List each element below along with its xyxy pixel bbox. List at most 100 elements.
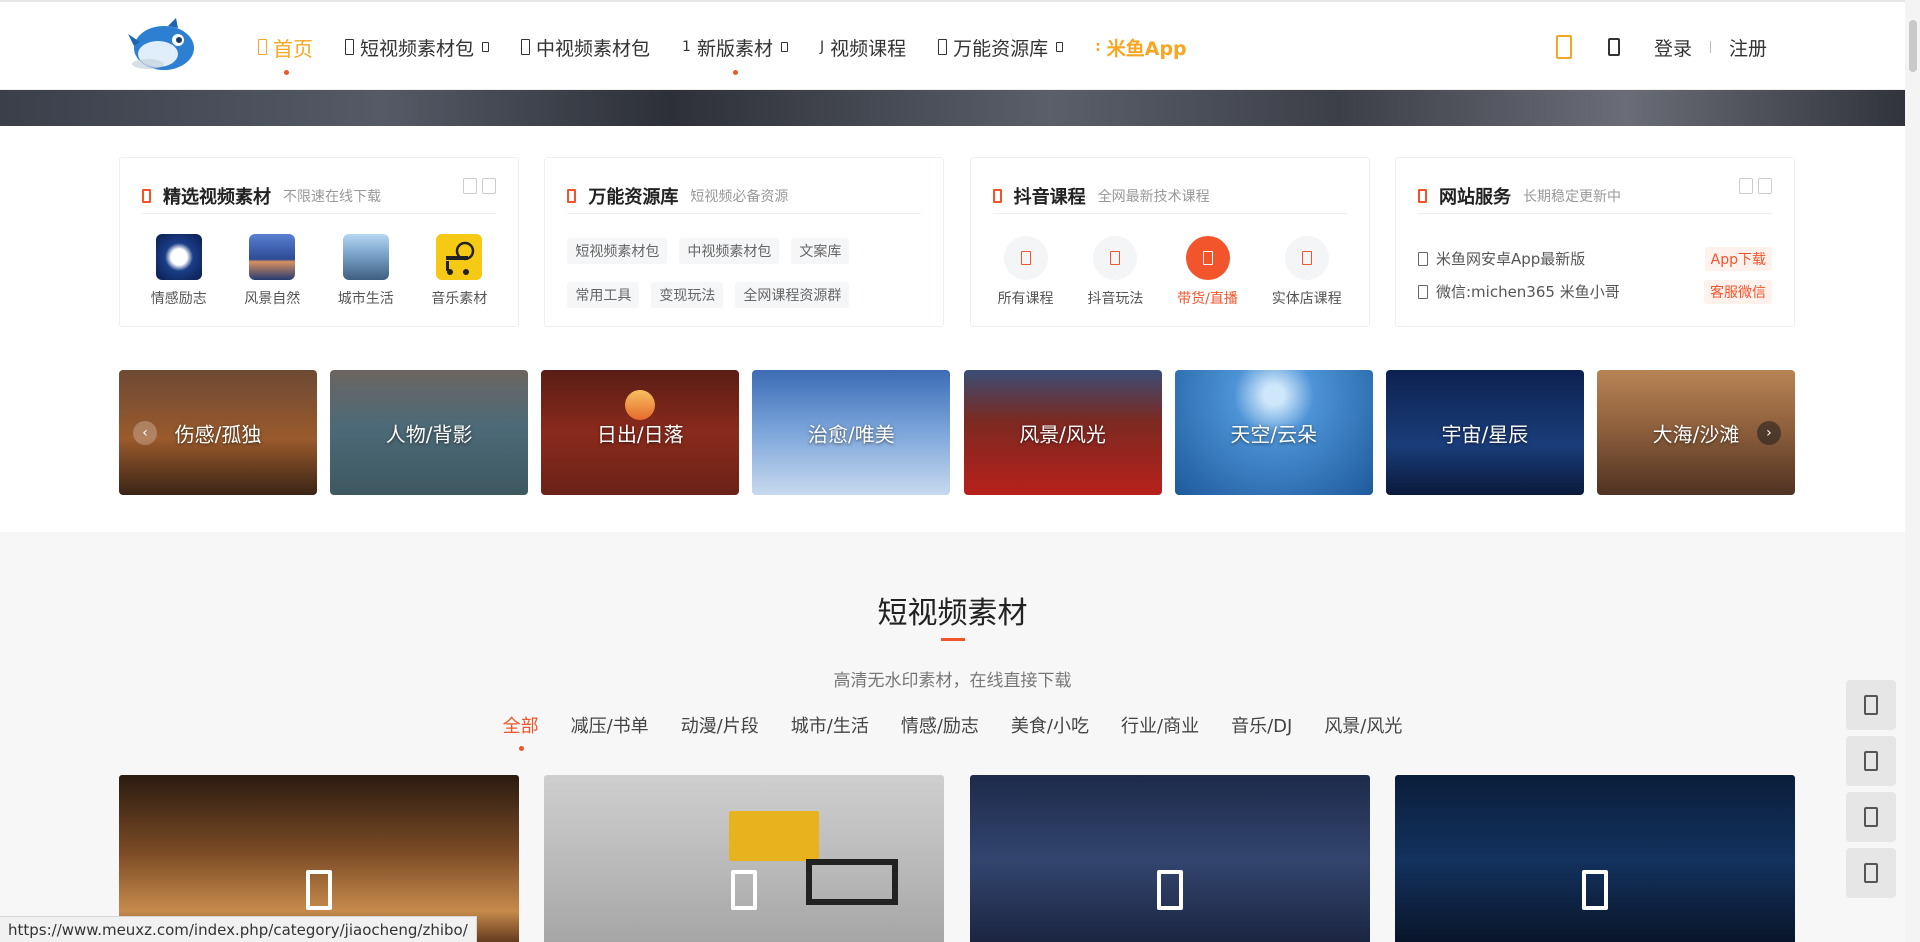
- filter-tab[interactable]: 情感/励志: [901, 712, 979, 738]
- course-label: 所有课程: [997, 291, 1054, 307]
- feature-cards: 精选视频素材 不限速在线下载 情感励志 风景自然 城市生活 音乐素材 万能资源库…: [119, 157, 1795, 327]
- featured-item[interactable]: 风景自然: [244, 234, 300, 308]
- course-icon: [1301, 251, 1312, 265]
- side-tool-button[interactable]: [1846, 848, 1896, 898]
- featured-label: 音乐素材: [431, 291, 488, 307]
- nav-app[interactable]: : 米鱼App: [1095, 2, 1187, 92]
- app-download-button[interactable]: App下载: [1704, 246, 1772, 271]
- category-tile[interactable]: 人物/背影: [330, 370, 529, 495]
- status-bar-url: https://www.meuxz.com/index.php/category…: [0, 916, 477, 942]
- card-mark-icon: [992, 188, 1002, 203]
- prev-icon[interactable]: [463, 178, 477, 194]
- category-tile[interactable]: 日出/日落: [541, 370, 740, 495]
- support-wechat-button[interactable]: 客服微信: [1703, 279, 1772, 304]
- filter-tab[interactable]: 行业/商业: [1121, 712, 1199, 738]
- card-pager: [1734, 178, 1772, 194]
- landscape-thumb: [249, 234, 296, 280]
- filter-tab[interactable]: 动漫/片段: [681, 712, 759, 738]
- course-item[interactable]: 实体店课程: [1272, 236, 1342, 308]
- category-tile[interactable]: 宇宙/星辰: [1385, 370, 1584, 495]
- category-carousel: 伤感/孤独 ‹ 人物/背影 日出/日落 治愈/唯美 风景/风光 天空/云朵 宇宙…: [119, 370, 1795, 495]
- nav-mid-video-pack[interactable]: 中视频素材包: [521, 2, 650, 92]
- card-mark-icon: [142, 188, 151, 203]
- side-tool-button[interactable]: [1846, 792, 1896, 842]
- course-circle: [1093, 236, 1138, 280]
- course-item[interactable]: 抖音玩法: [1087, 236, 1143, 308]
- course-label: 带货/直播: [1177, 291, 1238, 307]
- login-link[interactable]: 登录: [1654, 34, 1692, 61]
- video-card[interactable]: [969, 775, 1370, 942]
- next-icon[interactable]: [1757, 178, 1772, 194]
- video-card[interactable]: [1394, 775, 1795, 942]
- library-tag[interactable]: 全网课程资源群: [735, 282, 850, 308]
- chevron-down-icon: [1056, 42, 1064, 52]
- featured-label: 城市生活: [337, 291, 394, 307]
- filter-tab[interactable]: 减压/书单: [571, 712, 649, 738]
- chevron-left-icon[interactable]: ‹: [133, 420, 157, 445]
- nav-new-prefix: 1: [682, 39, 691, 55]
- register-link[interactable]: 注册: [1729, 34, 1767, 61]
- nav-short-video-pack[interactable]: 短视频素材包: [345, 2, 490, 92]
- card-featured-video: 精选视频素材 不限速在线下载 情感励志 风景自然 城市生活 音乐素材: [119, 157, 519, 327]
- library-tag[interactable]: 短视频素材包: [567, 238, 668, 264]
- filter-tab[interactable]: 风景/风光: [1324, 712, 1402, 738]
- course-item[interactable]: 所有课程: [998, 236, 1054, 308]
- featured-item[interactable]: 城市生活: [338, 234, 394, 308]
- side-tool-button[interactable]: [1846, 736, 1896, 786]
- active-dot: [518, 746, 524, 751]
- filter-tabs: 全部 减压/书单 动漫/片段 城市/生活 情感/励志 美食/小吃 行业/商业 音…: [0, 712, 1905, 751]
- nav-resource-library[interactable]: 万能资源库: [938, 2, 1064, 92]
- filter-tab-all[interactable]: 全部: [502, 712, 539, 751]
- nav-mid-video-label: 中视频素材包: [536, 37, 651, 60]
- featured-item[interactable]: 音乐素材: [431, 234, 487, 308]
- library-tag[interactable]: 常用工具: [567, 282, 640, 308]
- card-douyin-course: 抖音课程 全网最新技术课程 所有课程 抖音玩法 带货/直播 实体店课程: [969, 157, 1370, 327]
- featured-item[interactable]: 情感励志: [151, 234, 207, 308]
- card-resource-library: 万能资源库 短视频必备资源 短视频素材包 中视频素材包 文案库 常用工具 变现玩…: [544, 157, 945, 327]
- card-subtitle: 全网最新技术课程: [1097, 188, 1210, 205]
- prev-icon[interactable]: [1738, 178, 1753, 194]
- next-icon[interactable]: [482, 178, 496, 194]
- theme-icon[interactable]: [1555, 35, 1572, 59]
- category-tile[interactable]: 大海/沙滩 ›: [1596, 370, 1795, 495]
- category-tile[interactable]: 治愈/唯美: [752, 370, 951, 495]
- search-icon[interactable]: [1607, 38, 1620, 56]
- chevron-right-icon[interactable]: ›: [1756, 420, 1781, 445]
- library-tag[interactable]: 文案库: [791, 238, 850, 264]
- library-tag[interactable]: 变现玩法: [651, 282, 724, 308]
- scrollbar[interactable]: [1905, 0, 1920, 942]
- section-subtitle: 高清无水印素材，在线直接下载: [833, 671, 1072, 691]
- category-tile[interactable]: 风景/风光: [963, 370, 1162, 495]
- scroll-thumb[interactable]: [1909, 20, 1917, 72]
- video-card[interactable]: [544, 775, 945, 942]
- tool-icon: [1864, 807, 1878, 827]
- card-header: 精选视频素材 不限速在线下载: [142, 178, 496, 214]
- nav-home[interactable]: 首页: [258, 2, 313, 92]
- service-item[interactable]: 米鱼网安卓App最新版: [1417, 248, 1585, 269]
- filter-tab[interactable]: 城市/生活: [791, 712, 869, 738]
- card-header: 抖音课程 全网最新技术课程: [992, 178, 1347, 214]
- top-header: 首页 短视频素材包 中视频素材包 1 新版素材 J 视频课程 万能资源库: 米…: [0, 0, 1905, 90]
- sun-graphic: [625, 390, 656, 420]
- category-tile[interactable]: 天空/云朵: [1174, 370, 1373, 495]
- course-label: 抖音玩法: [1087, 291, 1144, 307]
- section-title: 短视频素材: [877, 596, 1028, 631]
- site-logo[interactable]: [128, 16, 200, 74]
- nav-new-material[interactable]: 1 新版素材: [682, 2, 788, 92]
- category-tile[interactable]: 伤感/孤独 ‹: [119, 370, 317, 495]
- film-icon: [521, 39, 531, 55]
- library-tag[interactable]: 中视频素材包: [679, 238, 780, 264]
- filter-tab[interactable]: 音乐/DJ: [1231, 712, 1292, 738]
- nav-video-course[interactable]: J 视频课程: [820, 2, 906, 92]
- service-item[interactable]: 微信:michen365 米鱼小哥: [1417, 281, 1620, 302]
- service-row: 微信:michen365 米鱼小哥 客服微信: [1417, 275, 1772, 308]
- tool-icon: [1864, 695, 1878, 715]
- filter-label: 全部: [502, 716, 539, 737]
- course-item-active[interactable]: 带货/直播: [1177, 236, 1238, 308]
- category-label: 宇宙/星辰: [1441, 422, 1529, 446]
- side-tool-button[interactable]: [1846, 680, 1896, 730]
- chevron-down-icon: [780, 42, 788, 52]
- card-pager: [458, 178, 496, 194]
- video-art: [806, 859, 899, 905]
- filter-tab[interactable]: 美食/小吃: [1011, 712, 1089, 738]
